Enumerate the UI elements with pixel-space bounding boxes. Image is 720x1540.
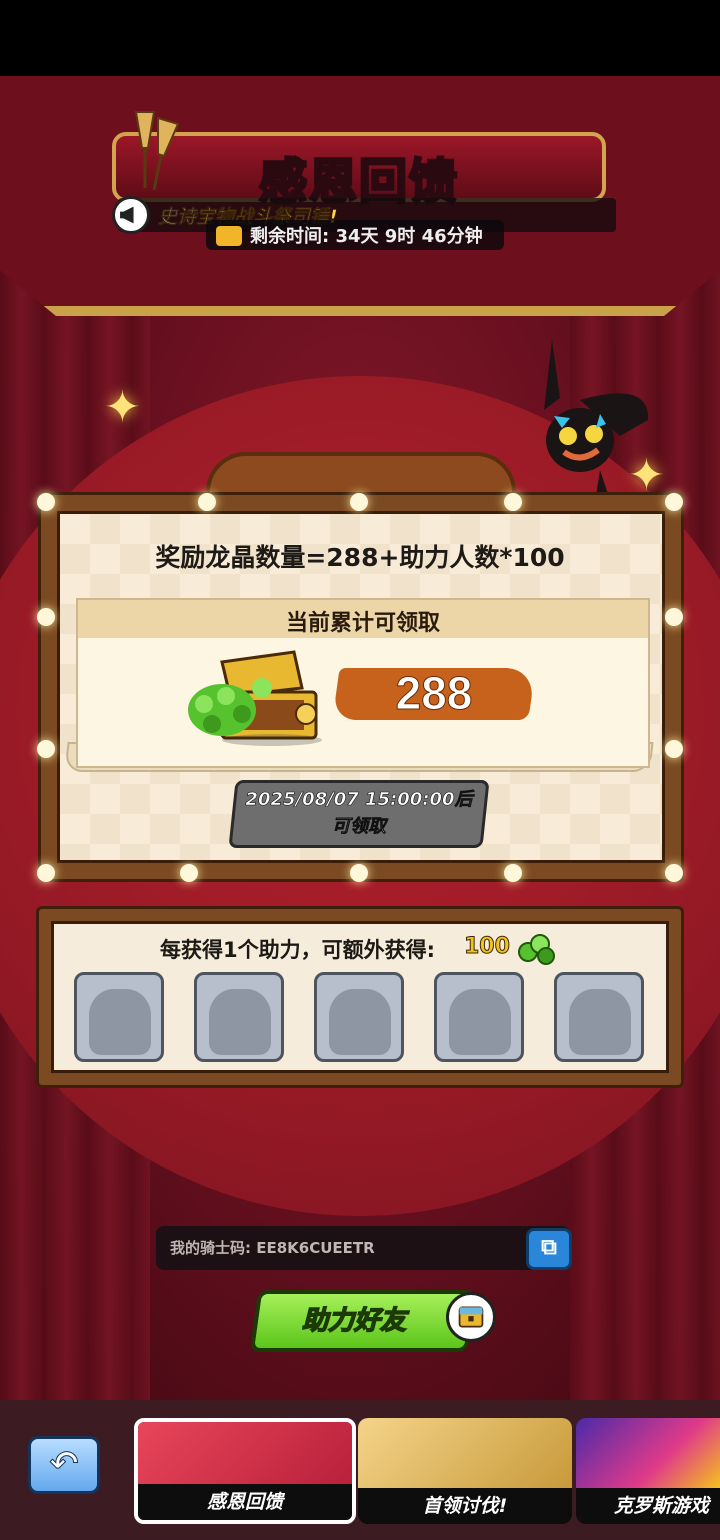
tab-cross-game[interactable]: 克罗斯游戏 [576, 1418, 720, 1524]
bat-mascot-icon [544, 340, 649, 500]
helper-slot[interactable] [434, 972, 524, 1062]
helpers-bonus-label: 每获得1个助力，可额外获得: [160, 938, 436, 962]
light-bulb [504, 493, 522, 511]
avatar-placeholder-icon [209, 989, 271, 1055]
light-bulb [665, 864, 683, 882]
tab-label: 感恩回馈 [138, 1484, 352, 1520]
reward-panel-header: 当前累计可领取 [78, 600, 648, 638]
light-bulb [665, 493, 683, 511]
clock-icon [216, 226, 242, 246]
claim-time-label: 可领取 [332, 816, 387, 838]
tab-label: 克罗斯游戏 [576, 1488, 720, 1524]
avatar-placeholder-icon [569, 989, 631, 1055]
board-crest [206, 452, 516, 496]
avatar-placeholder-icon [89, 989, 151, 1055]
light-bulb [350, 864, 368, 882]
copy-icon: ⧉ [541, 1235, 557, 1260]
light-bulb [350, 493, 368, 511]
reward-panel-title: 当前累计可领取 [285, 611, 440, 636]
knight-code: 我的骑士码: EE8K6CUEETR [170, 1239, 375, 1257]
help-friend-label: 助力好友 [301, 1305, 407, 1337]
tab-thanks-feedback[interactable]: 感恩回馈 [134, 1418, 356, 1524]
avatar-placeholder-icon [449, 989, 511, 1055]
light-bulb [504, 864, 522, 882]
back-button[interactable]: ↶ [28, 1436, 100, 1494]
tab-art-boss [358, 1418, 572, 1488]
light-bulb [180, 864, 198, 882]
light-bulb [198, 493, 216, 511]
title-banner: 感恩回馈 [112, 132, 606, 211]
light-bulb [37, 608, 55, 626]
knight-code-bar: 我的骑士码: EE8K6CUEETR [156, 1226, 570, 1270]
chest-badge-icon [446, 1292, 496, 1342]
champagne-icon [134, 111, 180, 191]
tab-label: 首领讨伐! [358, 1488, 572, 1524]
status-bar [0, 0, 720, 76]
event-timer: 剩余时间: 34天 9时 46分钟 [206, 220, 504, 250]
sparkle-icon: ✦ [104, 382, 141, 433]
claim-time-date: 2025/08/07 15:00:00后 [245, 789, 473, 811]
tab-boss-raid[interactable]: 首领讨伐! [358, 1418, 572, 1524]
light-bulb [665, 740, 683, 758]
tab-art-chest [138, 1422, 352, 1492]
light-bulb [37, 864, 55, 882]
dragon-crystal-icon [518, 934, 555, 965]
light-bulb [37, 493, 55, 511]
helper-slot[interactable] [194, 972, 284, 1062]
reward-amount: 288 [395, 667, 473, 720]
megaphone-icon [112, 196, 150, 234]
copy-code-button[interactable]: ⧉ [526, 1228, 572, 1270]
helper-slot[interactable] [74, 972, 164, 1062]
tab-art-game [576, 1418, 720, 1488]
notice-highlight: 史诗 [158, 206, 197, 229]
claim-time: 2025/08/07 15:00:00后 可领取 [232, 786, 486, 840]
back-arrow-icon: ↶ [49, 1444, 79, 1485]
helper-slot[interactable] [314, 972, 404, 1062]
reward-formula: 奖励龙晶数量=288+助力人数*100 [155, 543, 565, 572]
helpers-bonus-amount: 100 [464, 934, 511, 960]
treasure-chest-icon [188, 650, 322, 746]
avatar-placeholder-icon [329, 989, 391, 1055]
light-bulb [37, 740, 55, 758]
helper-slot[interactable] [554, 972, 644, 1062]
timer-text: 剩余时间: 34天 9时 46分钟 [250, 226, 483, 247]
light-bulb [665, 608, 683, 626]
